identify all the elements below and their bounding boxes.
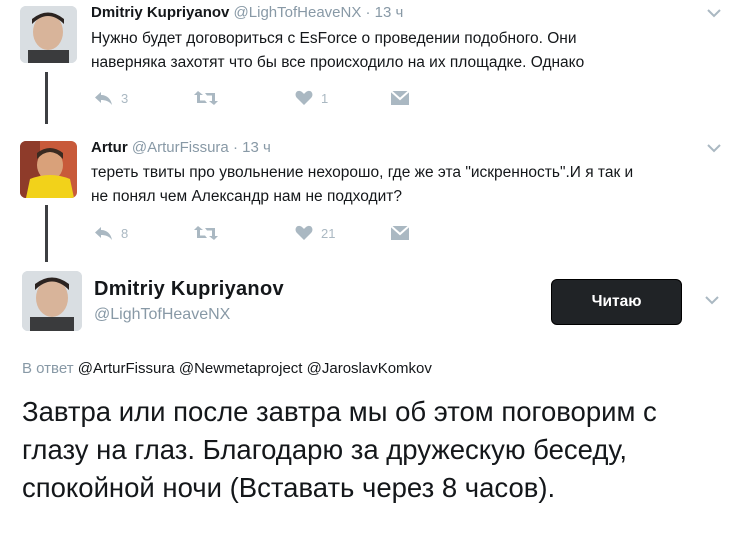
reply-count: 8 <box>121 225 129 241</box>
tweet-actions: 3 1 <box>93 90 423 110</box>
retweet-icon <box>194 226 218 240</box>
tweet-text-line: Нужно будет договориться с EsForce о про… <box>91 30 577 47</box>
mention-link[interactable]: @JaroslavKomkov <box>307 360 432 377</box>
retweet-icon <box>194 91 218 105</box>
tweet-text-line: наверняка захотят что бы все происходило… <box>91 54 585 71</box>
heart-icon <box>295 225 313 240</box>
tweet-header: Dmitriy Kupriyanov @LighTofHeaveNX · 13 … <box>91 4 403 21</box>
author-name[interactable]: Dmitriy Kupriyanov <box>91 4 229 21</box>
author-name[interactable]: Dmitriy Kupriyanov <box>94 278 284 301</box>
direct-message-button[interactable] <box>390 90 410 106</box>
chevron-down-icon[interactable] <box>707 8 721 18</box>
author-handle[interactable]: @ArturFissura <box>132 139 229 156</box>
heart-icon <box>295 90 313 105</box>
like-button[interactable]: 21 <box>295 225 335 241</box>
reply-icon <box>95 227 112 240</box>
retweet-button[interactable] <box>193 225 227 241</box>
tweet-text-line: тереть твиты про увольнение нехорошо, гд… <box>91 164 634 181</box>
reply-button[interactable]: 8 <box>93 225 128 241</box>
direct-message-button[interactable] <box>390 225 410 241</box>
chevron-down-icon[interactable] <box>705 295 719 305</box>
tweet-time[interactable]: · 13 ч <box>233 139 271 156</box>
chevron-down-icon[interactable] <box>707 143 721 153</box>
reply-count: 3 <box>121 90 129 106</box>
thread-line <box>45 205 48 262</box>
thread-line <box>45 72 48 124</box>
reply-button[interactable]: 3 <box>93 90 128 106</box>
mention-link[interactable]: @ArturFissura <box>78 360 175 377</box>
direct-message-icon <box>390 90 410 105</box>
following-button[interactable]: Читаю <box>551 279 682 325</box>
avatar[interactable] <box>22 271 82 331</box>
author-handle[interactable]: @LighTofHeaveNX <box>234 4 362 21</box>
tweet-actions: 8 21 <box>93 225 423 245</box>
avatar[interactable] <box>20 6 77 63</box>
tweet-text: Нужно будет договориться с EsForce о про… <box>91 27 584 75</box>
tweet-header: Artur @ArturFissura · 13 ч <box>91 139 271 156</box>
tweet-text-line: не понял чем Александр нам не подходит? <box>91 188 402 205</box>
author-name[interactable]: Artur <box>91 139 128 156</box>
direct-message-icon <box>390 225 410 240</box>
reply-context: В ответ @ArturFissura @Newmetaproject @J… <box>22 360 432 377</box>
tweet-text: тереть твиты про увольнение нехорошо, гд… <box>91 161 633 209</box>
mention-link[interactable]: @Newmetaproject <box>179 360 303 377</box>
avatar[interactable] <box>20 141 77 198</box>
like-count: 1 <box>321 90 329 106</box>
like-count: 21 <box>321 225 336 241</box>
tweet-time[interactable]: · 13 ч <box>366 4 404 21</box>
reply-prefix: В ответ <box>22 360 74 377</box>
like-button[interactable]: 1 <box>295 90 328 106</box>
author-handle[interactable]: @LighTofHeaveNX <box>94 306 230 324</box>
retweet-button[interactable] <box>193 90 227 106</box>
main-tweet-text: Завтра или после завтра мы об этом погов… <box>22 396 657 503</box>
reply-icon <box>95 92 112 105</box>
